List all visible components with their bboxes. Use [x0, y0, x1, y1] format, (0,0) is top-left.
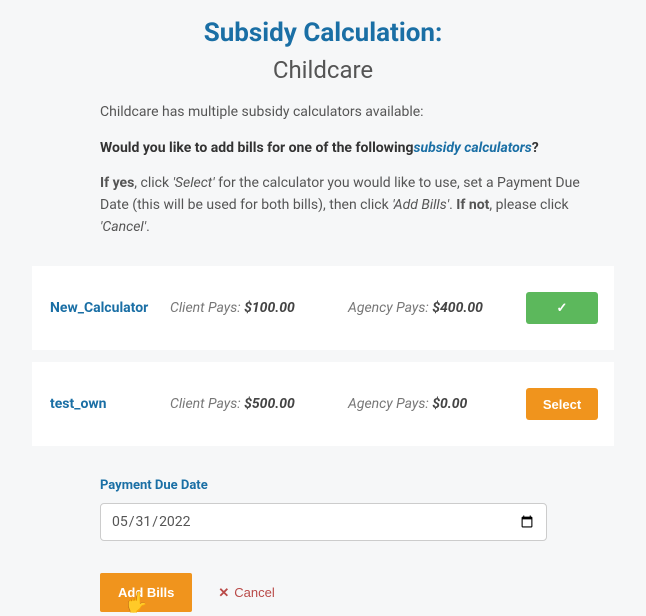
- intro-block: Childcare has multiple subsidy calculato…: [0, 102, 646, 238]
- subsidy-calculators-link[interactable]: subsidy calculators: [414, 140, 532, 156]
- agency-pays-cell: Agency Pays: $0.00: [348, 396, 526, 412]
- agency-pays-label: Agency Pays:: [348, 396, 429, 412]
- add-bills-button[interactable]: Add Bills: [100, 573, 192, 612]
- check-icon: ✓: [557, 300, 568, 316]
- agency-pays-label: Agency Pays:: [348, 300, 429, 316]
- calculator-select-button[interactable]: Select: [526, 388, 598, 420]
- modal-title: Subsidy Calculation:: [0, 18, 646, 48]
- agency-pays-cell: Agency Pays: $400.00: [348, 300, 526, 316]
- intro-question: Would you like to add bills for one of t…: [100, 138, 602, 160]
- actions-row: Add Bills ✕ Cancel: [100, 573, 602, 612]
- client-pays-label: Client Pays:: [170, 300, 241, 316]
- ifyes-t5: .: [146, 219, 150, 235]
- client-pays-label: Client Pays:: [170, 396, 241, 412]
- calculator-name[interactable]: test_own: [50, 396, 170, 412]
- calculator-name[interactable]: New_Calculator: [50, 300, 170, 316]
- due-date-input[interactable]: [100, 503, 547, 541]
- question-suffix: ?: [532, 140, 539, 156]
- subsidy-calc-modal: Subsidy Calculation: Childcare Childcare…: [0, 0, 646, 616]
- cancel-button[interactable]: ✕ Cancel: [212, 584, 280, 602]
- calculator-row: New_Calculator Client Pays: $100.00 Agen…: [32, 266, 614, 350]
- ifyes-strong1: If yes: [100, 175, 134, 191]
- due-date-label: Payment Due Date: [100, 478, 602, 493]
- client-pays-amount: $500.00: [244, 396, 295, 412]
- client-pays-cell: Client Pays: $500.00: [170, 396, 348, 412]
- ifyes-em3: 'Cancel': [100, 219, 146, 235]
- agency-pays-amount: $400.00: [432, 300, 483, 316]
- form-area: Payment Due Date Add Bills ✕ Cancel: [0, 458, 646, 612]
- calculator-row: test_own Client Pays: $500.00 Agency Pay…: [32, 362, 614, 446]
- intro-instructions: If yes, click 'Select' for the calculato…: [100, 173, 602, 238]
- agency-pays-amount: $0.00: [432, 396, 467, 412]
- ifyes-t4: , please click: [489, 197, 568, 213]
- close-icon: ✕: [218, 585, 229, 601]
- client-pays-cell: Client Pays: $100.00: [170, 300, 348, 316]
- modal-subtitle: Childcare: [0, 56, 646, 84]
- client-pays-amount: $100.00: [244, 300, 295, 316]
- cancel-label: Cancel: [234, 585, 274, 600]
- ifyes-t1: , click: [134, 175, 172, 191]
- ifyes-em1: 'Select': [173, 175, 215, 191]
- ifyes-strong2: If not: [456, 197, 489, 213]
- calculator-selected-button[interactable]: ✓: [526, 292, 598, 324]
- intro-line1: Childcare has multiple subsidy calculato…: [100, 102, 602, 124]
- ifyes-em2: 'Add Bills': [392, 197, 449, 213]
- calculator-list: New_Calculator Client Pays: $100.00 Agen…: [32, 266, 614, 446]
- question-prefix: Would you like to add bills for one of t…: [100, 140, 414, 156]
